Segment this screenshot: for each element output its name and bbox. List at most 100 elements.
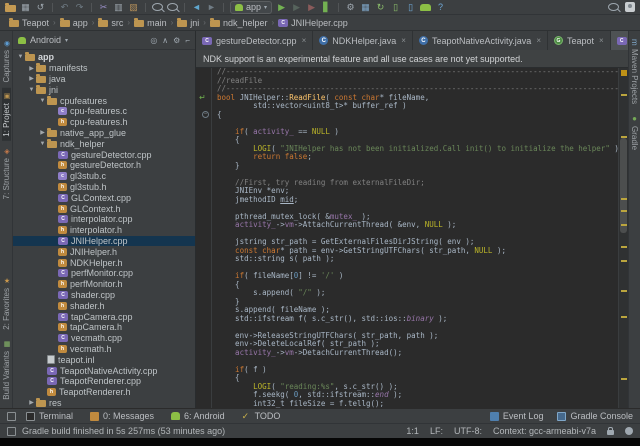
find-icon[interactable] [152,3,163,11]
tree-item[interactable]: ▼jni [13,84,195,95]
settings-icon[interactable]: ⚙ [173,36,180,45]
attach-debugger-icon[interactable]: ▋ [321,2,332,13]
user-avatar[interactable] [625,2,635,12]
redo-icon[interactable]: ↷ [74,2,85,13]
tree-item[interactable]: hGLContext.h [13,203,195,214]
tree-item[interactable]: htapCamera.h [13,322,195,333]
tree-item[interactable]: ccpu-features.c [13,106,195,117]
tree-item[interactable]: hgl3stub.h [13,182,195,193]
warning-stripe-mark[interactable] [621,316,627,318]
breadcrumb-item[interactable]: ndk_helper [208,18,270,28]
tree-item[interactable]: CJNIHelper.cpp [13,236,195,247]
warning-stripe-mark[interactable] [621,290,627,292]
cut-icon[interactable]: ✂ [98,2,109,13]
copy-icon[interactable]: ▥ [113,2,124,13]
tree-item[interactable]: hvecmath.h [13,344,195,355]
tool-strip-button[interactable]: 1: Project▣ [2,88,11,141]
project-view-selector[interactable]: Android [30,35,61,45]
tree-item[interactable]: ▼cpufeatures [13,95,195,106]
tree-item[interactable]: hNDKHelper.h [13,257,195,268]
tree-item[interactable]: hcpu-features.h [13,117,195,128]
code-editor[interactable]: //--------------------------------------… [212,68,618,408]
tab-close-icon[interactable]: × [536,36,541,45]
tree-item[interactable]: CTeapotRenderer.cpp [13,376,195,387]
paste-icon[interactable]: ▧ [128,2,139,13]
tree-expand-icon[interactable]: ▶ [27,399,36,406]
gradle-sync-icon[interactable]: ↻ [375,2,386,13]
tree-item[interactable]: ▼ndk_helper [13,138,195,149]
open-icon[interactable] [5,5,16,12]
editor-tab[interactable]: GTeapot× [548,31,611,50]
tree-item[interactable]: hgestureDetector.h [13,160,195,171]
save-icon[interactable]: ▦ [20,2,31,13]
undo-icon[interactable]: ↶ [59,2,70,13]
forward-icon[interactable]: ► [206,2,217,13]
caret-position[interactable]: 1:1 [406,426,419,436]
tree-item[interactable]: hinterpolator.h [13,225,195,236]
chevron-down-icon[interactable]: ▾ [65,37,68,44]
breadcrumb-item[interactable]: app [58,18,90,28]
editor-tab[interactable]: CNDKHelper.java× [313,31,413,50]
tool-window-button-terminal[interactable]: Terminal [26,411,73,421]
warning-stripe-mark[interactable] [621,94,627,96]
tree-item[interactable]: ▶java [13,74,195,85]
tree-expand-icon[interactable]: ▶ [27,75,36,82]
tree-item[interactable]: hperfMonitor.h [13,279,195,290]
tree-expand-icon[interactable]: ▼ [38,98,47,104]
tree-expand-icon[interactable]: ▶ [38,129,47,136]
tree-item[interactable]: ▶manifests [13,63,195,74]
tree-item[interactable]: hJNIHelper.h [13,246,195,257]
sync-icon[interactable]: ↺ [35,2,46,13]
collapse-all-icon[interactable]: ∧ [162,36,168,45]
debug-icon[interactable]: ▶ [291,2,302,13]
tree-expand-icon[interactable]: ▶ [27,65,36,72]
replace-icon[interactable] [167,3,178,11]
tree-item[interactable]: cgl3stub.c [13,171,195,182]
tree-item[interactable]: ▶res [13,398,195,409]
breadcrumb-item[interactable]: Teapot [7,18,51,28]
settings-wrench-icon[interactable]: ⚙ [345,2,356,13]
tree-item[interactable]: Cvecmath.cpp [13,333,195,344]
tab-close-icon[interactable]: × [302,36,307,45]
editor-tab[interactable]: CgestureDetector.cpp× [196,31,313,50]
breadcrumb-item[interactable]: jni [175,18,201,28]
inspection-profile-icon[interactable] [625,427,633,435]
warning-stripe-mark[interactable] [621,210,627,212]
tool-strip-button[interactable]: ●Gradle [630,110,639,154]
device-monitor-icon[interactable] [420,4,431,11]
tree-item[interactable]: Cinterpolator.cpp [13,214,195,225]
breadcrumb-item[interactable]: src [96,18,125,28]
editor-scrollbar[interactable] [620,138,627,233]
run-config-chip[interactable]: app▾ [230,1,272,14]
tool-window-button-messages[interactable]: 0: Messages [90,411,154,421]
build-context[interactable]: Context: gcc-armeabi-v7a [493,426,596,436]
encoding-selector[interactable]: UTF-8: [454,426,482,436]
lock-icon[interactable] [607,430,614,435]
warning-stripe-mark[interactable] [621,260,627,262]
tree-item[interactable]: CperfMonitor.cpp [13,268,195,279]
avd-manager-icon[interactable]: ▯ [405,2,416,13]
tool-window-button-android[interactable]: 6: Android [171,411,225,421]
coverage-icon[interactable]: ▶ [306,2,317,13]
tree-item[interactable]: hTeapotRenderer.h [13,387,195,398]
fold-region-icon[interactable]: − [202,111,209,118]
tool-window-anchor-icon[interactable] [7,412,16,421]
editor-tab[interactable]: CTeapotNativeActivity.java× [413,31,548,50]
warning-stripe-mark[interactable] [621,378,627,380]
tool-strip-button[interactable]: mMaven Projects [630,35,639,108]
warning-stripe-mark[interactable] [621,224,627,226]
line-separator-selector[interactable]: LF: [430,426,443,436]
locate-icon[interactable]: ◎ [150,36,157,45]
tree-item[interactable]: CGLContext.cpp [13,192,195,203]
warning-stripe-mark[interactable] [621,198,627,200]
search-everywhere-icon[interactable] [608,3,619,11]
tool-strip-button[interactable]: 7: Structure◈ [2,143,11,203]
tool-strip-button[interactable]: Build Variants▦ [2,336,11,404]
tree-item[interactable]: CTeapotNativeActivity.cpp [13,365,195,376]
tree-item[interactable]: teapot.inl [13,354,195,365]
tree-item[interactable]: ▼app [13,52,195,63]
hide-panel-icon[interactable]: ⌐ [185,36,190,45]
tab-close-icon[interactable]: × [599,36,604,45]
help-icon[interactable]: ? [435,2,446,13]
tab-close-icon[interactable]: × [401,36,406,45]
